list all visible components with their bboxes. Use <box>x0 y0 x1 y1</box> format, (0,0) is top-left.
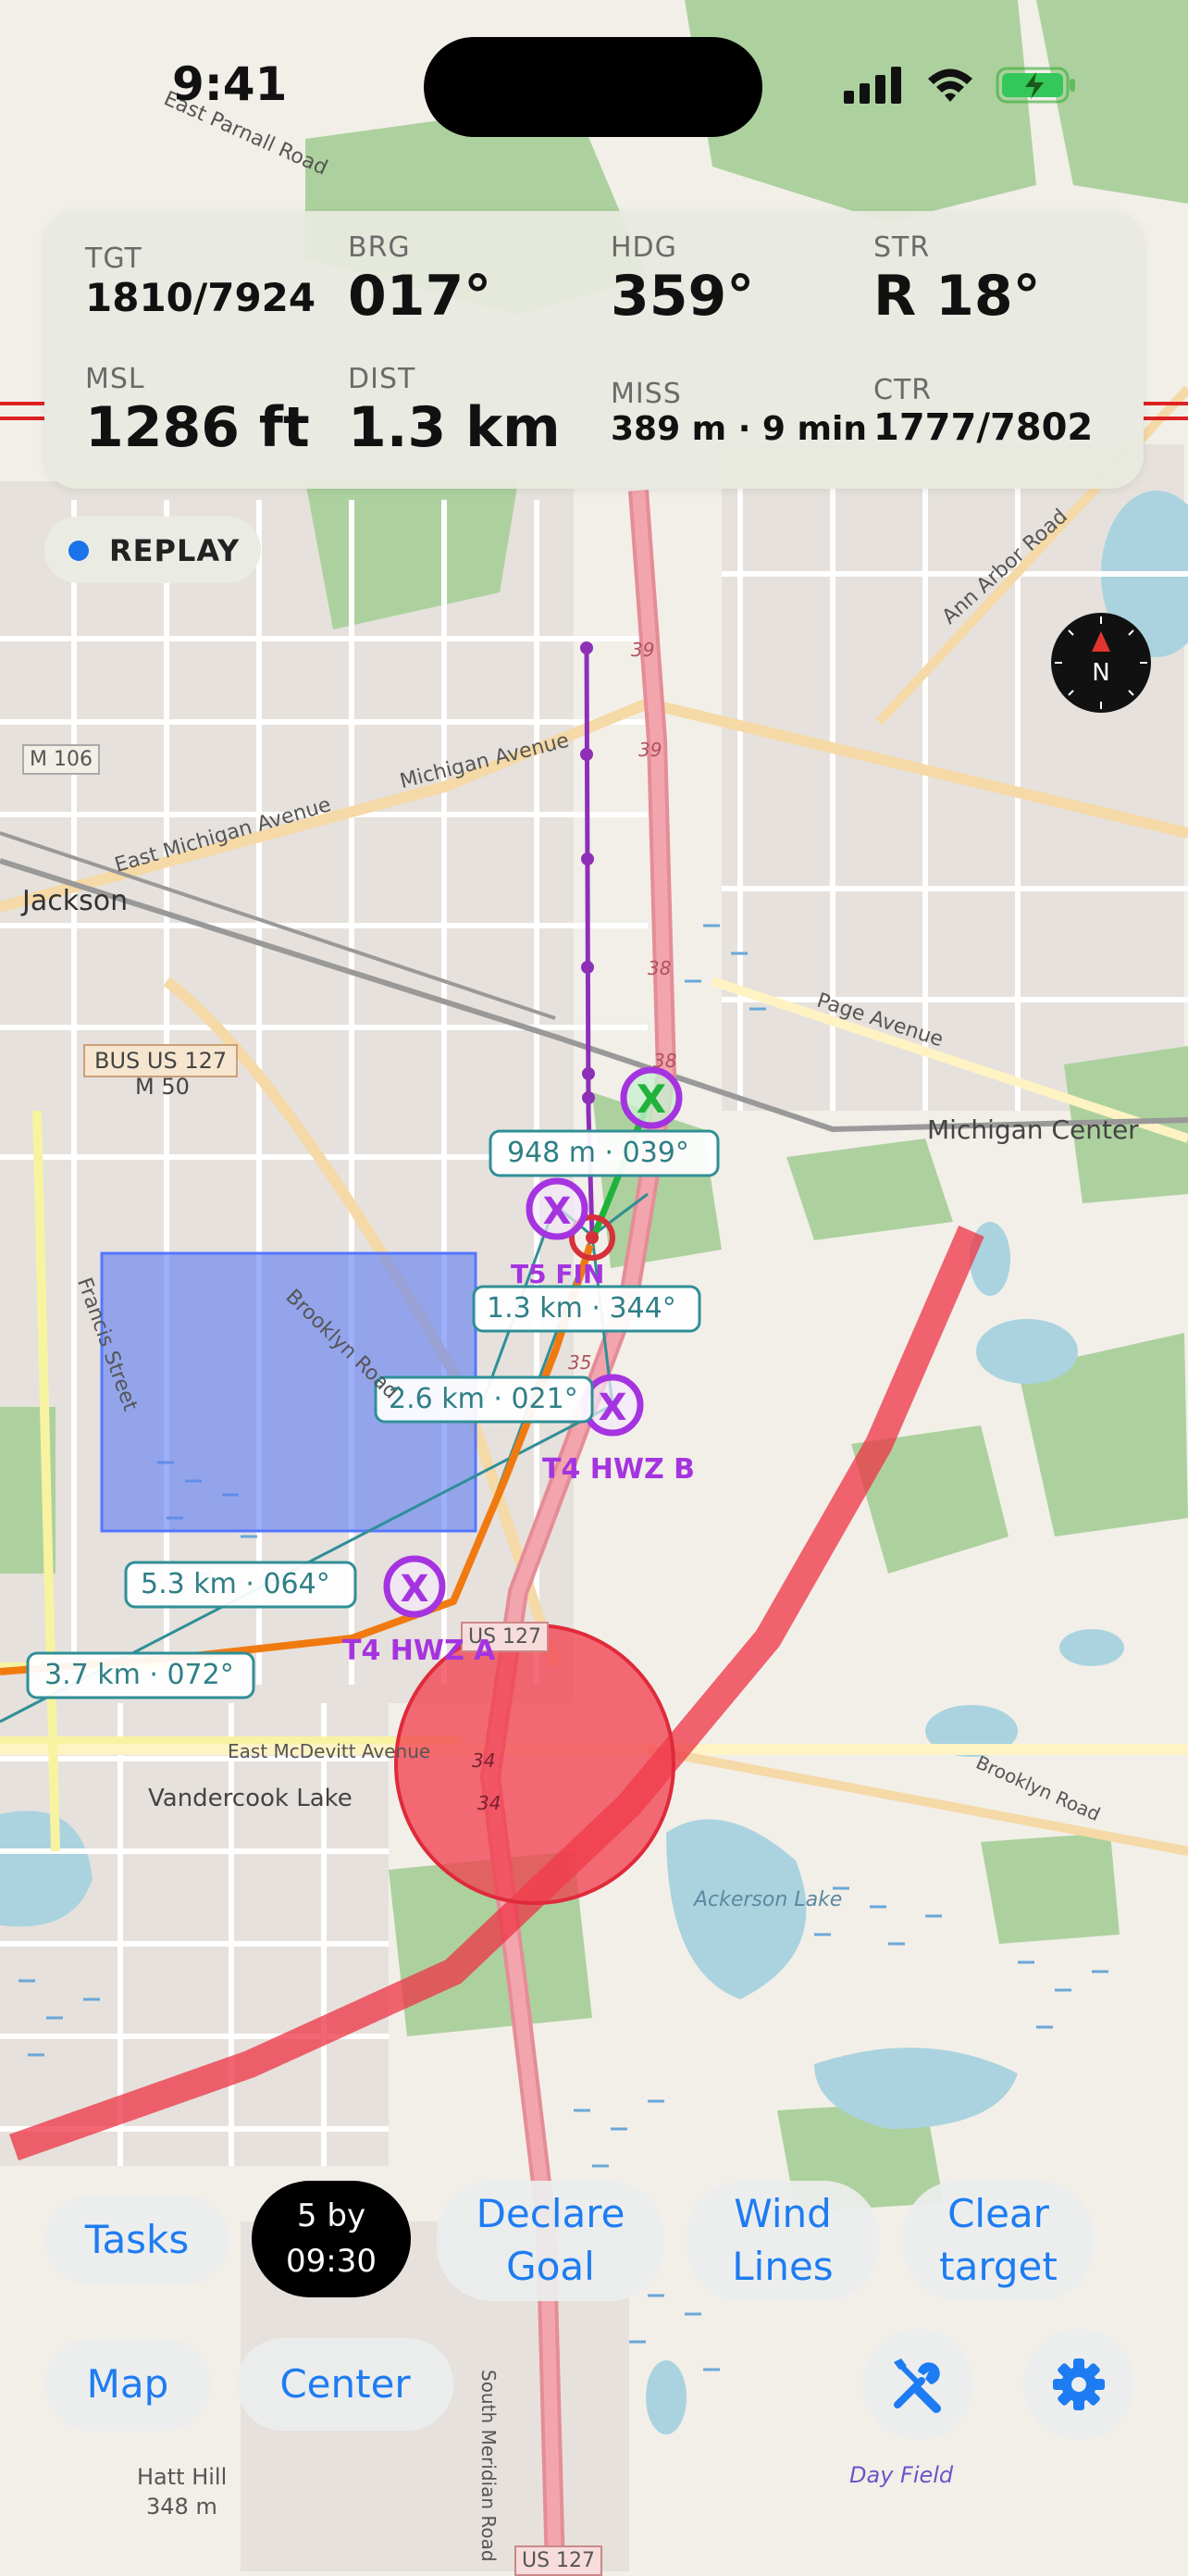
route-number: 34 <box>477 1792 501 1814</box>
range-label: 1.3 km · 344° <box>487 1292 676 1325</box>
range-label: 5.3 km · 064° <box>141 1568 330 1600</box>
str-value: R 18° <box>873 264 1041 329</box>
dynamic-island <box>424 37 762 137</box>
route-number: 39 <box>638 739 662 761</box>
miss-cell: MISS 389 m · 9 min <box>611 378 867 448</box>
dist-value: 1.3 km <box>348 395 561 460</box>
tgt-value: 1810/7924 <box>85 275 316 320</box>
route-shield: M 106 <box>22 744 100 775</box>
wifi-icon <box>928 68 972 102</box>
wind-lines-line1: Wind <box>734 2191 832 2237</box>
route-number: 39 <box>631 639 655 661</box>
place-label: Ackerson Lake <box>694 1888 843 1911</box>
pin-label-t5-fin: T5 FIN <box>511 1259 605 1289</box>
pin-label-t4-hwz-a: T4 HWZ A <box>342 1635 496 1667</box>
signal-icon <box>844 67 901 104</box>
place-label: Michigan Center <box>927 1114 1139 1145</box>
miss-value: 389 m · 9 min <box>611 410 867 448</box>
brg-cell: BRG 017° <box>348 231 491 329</box>
replay-badge[interactable]: REPLAY <box>44 516 261 583</box>
compass-icon[interactable]: N <box>1049 611 1153 715</box>
tgt-label: TGT <box>85 243 142 275</box>
brg-value: 017° <box>348 264 492 329</box>
settings-button[interactable] <box>1023 2329 1134 2440</box>
goal-pin: X <box>620 1066 683 1129</box>
status-time: 9:41 <box>172 57 288 111</box>
place-label: Day Field <box>849 2462 954 2488</box>
msl-label: MSL <box>85 363 145 395</box>
svg-text:X: X <box>401 1568 429 1611</box>
hdg-label: HDG <box>611 231 677 264</box>
ctr-cell: CTR 1777/7802 <box>873 374 1093 449</box>
wind-lines-button[interactable]: Wind Lines <box>687 2181 879 2301</box>
tools-icon <box>894 2358 941 2413</box>
msl-cell: MSL 1286 ft <box>85 363 310 460</box>
route-number: 34 <box>472 1749 496 1772</box>
declare-goal-line1: Declare <box>476 2191 625 2237</box>
range-label: 3.7 km · 072° <box>44 1659 234 1691</box>
task-deadline-badge[interactable]: 5 by 09:30 <box>252 2181 411 2297</box>
task-deadline: 09:30 <box>286 2243 377 2280</box>
dist-cell: DIST 1.3 km <box>348 363 561 460</box>
center-button[interactable]: Center <box>237 2338 453 2431</box>
instrument-panel: TGT 1810/7924 BRG 017° HDG 359° STR R 18… <box>44 211 1144 489</box>
hdg-value: 359° <box>611 264 755 329</box>
route-number: 38 <box>653 1050 677 1072</box>
replay-label: REPLAY <box>109 533 241 568</box>
brg-label: BRG <box>348 231 411 264</box>
battery-icon <box>996 67 1075 104</box>
status-bar: 9:41 <box>0 0 1188 167</box>
clear-target-line2: target <box>939 2244 1058 2289</box>
svg-text:X: X <box>543 1190 572 1233</box>
clear-target-button[interactable]: Clear target <box>903 2181 1094 2301</box>
pin-t5-fin: X <box>526 1177 588 1240</box>
ctr-value: 1777/7802 <box>873 406 1094 449</box>
street-label: South Meridian Road <box>477 2370 500 2562</box>
route-shield: BUS US 127 <box>83 1044 239 1077</box>
declare-goal-button[interactable]: Declare Goal <box>437 2181 664 2301</box>
clear-target-line1: Clear <box>947 2191 1049 2237</box>
route-shield: US 127 <box>514 2545 603 2576</box>
gear-icon <box>1053 2358 1105 2410</box>
replay-dot <box>68 541 89 561</box>
route-number: 35 <box>568 1351 592 1374</box>
range-label: 2.6 km · 021° <box>389 1383 578 1415</box>
ctr-label: CTR <box>873 374 933 406</box>
compass-n: N <box>1092 659 1110 687</box>
route-shield: M 50 <box>135 1074 190 1100</box>
str-label: STR <box>873 231 931 264</box>
hazard-circle <box>394 1624 675 1905</box>
pin-label-t4-hwz-b: T4 HWZ B <box>542 1453 696 1486</box>
svg-text:X: X <box>637 1076 666 1122</box>
range-label: 948 m · 039° <box>507 1137 689 1169</box>
wind-lines-line2: Lines <box>732 2244 834 2289</box>
str-cell: STR R 18° <box>873 231 1041 329</box>
place-label: Vandercook Lake <box>148 1785 353 1812</box>
pin-t4-hwz-a: X <box>383 1555 446 1618</box>
map-button[interactable]: Map <box>44 2338 211 2431</box>
miss-label: MISS <box>611 378 682 410</box>
dist-label: DIST <box>348 363 416 395</box>
place-label: Jackson <box>22 885 129 917</box>
hdg-cell: HDG 359° <box>611 231 754 329</box>
declare-goal-line2: Goal <box>506 2244 595 2289</box>
tasks-button[interactable]: Tasks <box>44 2196 229 2284</box>
route-number: 38 <box>648 957 672 979</box>
map-label: Map <box>86 2360 169 2407</box>
task-count: 5 by <box>296 2196 366 2234</box>
tgt-cell: TGT 1810/7924 <box>85 243 316 320</box>
svg-text:X: X <box>599 1387 627 1429</box>
center-label: Center <box>279 2360 411 2407</box>
msl-value: 1286 ft <box>85 395 310 460</box>
tasks-label: Tasks <box>84 2216 190 2262</box>
street-label: East McDevitt Avenue <box>228 1740 431 1762</box>
tools-button[interactable] <box>862 2329 973 2440</box>
place-label: Hatt Hill <box>137 2464 228 2490</box>
place-label: 348 m <box>146 2494 217 2520</box>
